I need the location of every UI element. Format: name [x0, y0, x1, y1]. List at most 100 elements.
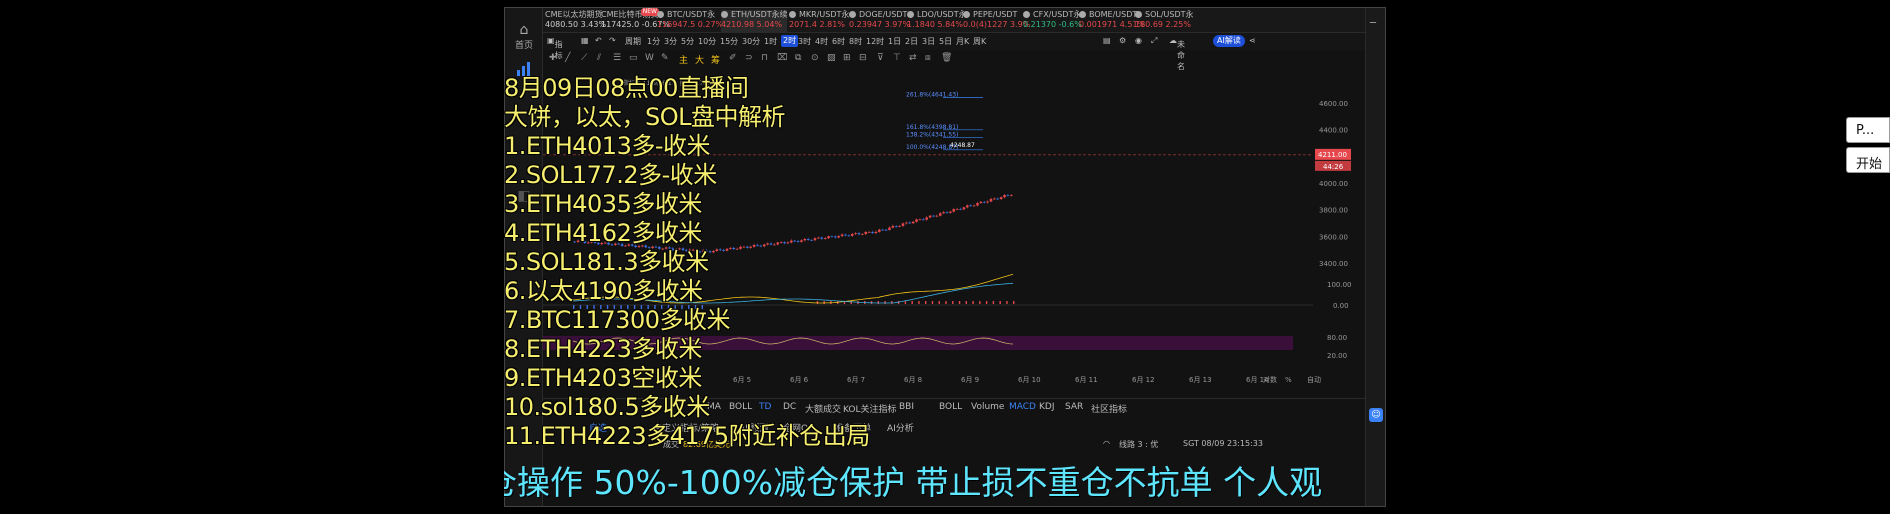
period-option[interactable]: 5日: [939, 36, 952, 47]
calendar-icon[interactable]: ▦: [581, 36, 589, 45]
panel-tab[interactable]: 准备下单: [835, 421, 871, 434]
period-option[interactable]: 1日: [888, 36, 901, 47]
ruler-icon[interactable]: ⊟: [859, 53, 867, 63]
trash-icon[interactable]: ⌧: [777, 53, 787, 63]
start-button[interactable]: 开始: [1846, 147, 1890, 173]
panel-tab[interactable]: AI 预测: [739, 421, 769, 434]
price-chart[interactable]: 4600.004400.004200.004000.003800.003600.…: [543, 68, 1367, 388]
copy-icon[interactable]: ⧉: [795, 53, 801, 63]
nav-item-home[interactable]: ⌂ 首页: [508, 22, 540, 52]
period-option[interactable]: 月K: [956, 36, 969, 47]
camera-icon[interactable]: ◉: [1135, 36, 1142, 45]
chart-icon[interactable]: [517, 62, 531, 76]
ticker-item[interactable]: PEPE/USDT 0.0(4)1227 3.9%: [963, 10, 1030, 32]
panel-tab[interactable]: 自选: [589, 421, 607, 434]
ticker-item[interactable]: BTC/USDT永 116947.5 0.27%: [657, 10, 723, 32]
unnamed-layout[interactable]: ☁ 未命名: [1169, 36, 1185, 71]
fullscreen-icon[interactable]: ⤢: [1151, 36, 1157, 46]
delete-icon[interactable]: 🗑: [941, 53, 952, 63]
period-option[interactable]: 3日: [922, 36, 935, 47]
filter-icon[interactable]: ⊽: [877, 53, 884, 63]
period-option[interactable]: 8时: [849, 36, 862, 47]
nav-item-trade[interactable]: ◧: [508, 188, 540, 218]
ai-interpret-button[interactable]: AI解读: [1213, 35, 1245, 47]
share-icon[interactable]: ⋖: [1249, 36, 1256, 45]
main-chart-toggle[interactable]: 主: [679, 53, 688, 66]
period-option[interactable]: 15分: [720, 36, 738, 47]
period-option[interactable]: 12时: [866, 36, 884, 47]
grid-icon[interactable]: ⊞: [843, 53, 851, 63]
panel-tab[interactable]: AI分析: [887, 421, 914, 434]
eye-icon[interactable]: ⊙: [811, 53, 819, 63]
indicator-tab[interactable]: TD: [759, 402, 771, 412]
indicator-tab[interactable]: DC: [783, 402, 796, 412]
indicator-tab[interactable]: BOLL: [729, 402, 752, 412]
period-option[interactable]: 6时: [832, 36, 845, 47]
period-option[interactable]: 5分: [681, 36, 694, 47]
text-icon[interactable]: ⊤: [893, 53, 901, 63]
undo-icon[interactable]: ↶: [595, 36, 602, 45]
volume-value: 82.69亿美元: [683, 440, 730, 449]
period-option[interactable]: 10分: [698, 36, 716, 47]
period-option[interactable]: 4时: [815, 36, 828, 47]
ticker-item[interactable]: MKR/USDT永 2071.4 2.81%: [789, 10, 849, 32]
settings-icon[interactable]: ⚙: [1119, 36, 1126, 45]
panel-tab[interactable]: 全网OI: [783, 421, 811, 434]
brush-icon[interactable]: ✎: [661, 53, 669, 63]
image-icon[interactable]: ▨: [827, 53, 836, 63]
ticker-item[interactable]: CME以太坊期货 4080.50 3.43%: [545, 10, 606, 32]
chip-toggle[interactable]: 筹: [711, 53, 720, 66]
cursor-icon[interactable]: ✚: [549, 53, 557, 63]
period-option[interactable]: 2日: [905, 36, 918, 47]
indicator-tab[interactable]: MACD: [1009, 402, 1036, 412]
ticker-item[interactable]: ETH/USDT永续 4210.98 5.04%: [721, 10, 788, 32]
channel-icon[interactable]: ⫽: [597, 53, 601, 63]
period-option[interactable]: 3分: [664, 36, 677, 47]
period-option[interactable]: 3时: [798, 36, 811, 47]
period-option[interactable]: 周K: [973, 36, 986, 47]
candle-body: [935, 215, 939, 217]
magnet-icon[interactable]: ⊃: [745, 53, 753, 63]
pen-icon[interactable]: ✐: [729, 53, 737, 63]
indicator-tab[interactable]: KDJ: [1039, 402, 1055, 412]
period-option[interactable]: 1时: [764, 36, 777, 47]
indicator-tab[interactable]: MA: [707, 402, 721, 412]
layout-icon[interactable]: ▤: [1103, 36, 1111, 45]
indicator-tab[interactable]: BOLL: [939, 402, 962, 412]
compare-icon[interactable]: ⇄: [909, 53, 917, 63]
ticker-item[interactable]: LDO/USDT永 1.1840 5.84%: [907, 10, 967, 32]
layers-icon[interactable]: ⧈: [925, 53, 931, 63]
ticker-item[interactable]: DOGE/USDT 0.23947 3.97%: [849, 10, 910, 32]
ticker-item[interactable]: SOL/USDT永 180.69 2.25%: [1135, 10, 1194, 32]
trendline-icon[interactable]: ╱: [565, 53, 570, 63]
fib-icon[interactable]: ☰: [613, 53, 621, 63]
rect-icon[interactable]: ▭: [629, 53, 638, 63]
lock-icon[interactable]: ⊓: [761, 53, 768, 63]
pattern-icon[interactable]: W: [645, 53, 654, 63]
indicator-tab[interactable]: SAR: [1065, 402, 1083, 412]
big-order-toggle[interactable]: 大: [695, 53, 704, 66]
period-option[interactable]: 30分: [742, 36, 760, 47]
panel-tab[interactable]: 自定义指标/策略: [653, 421, 719, 434]
indicator-tab[interactable]: 大额成交: [805, 402, 841, 415]
ticker-item[interactable]: CME比特币期货 117425.0 -0.67% NEW: [601, 8, 670, 32]
candle-body: [685, 250, 688, 252]
connection-line[interactable]: 线路 3 : 优: [1119, 439, 1158, 450]
period-button[interactable]: 周期: [625, 36, 641, 47]
ticker-item[interactable]: CFX/USDT永 0.21370 -0.6%: [1023, 10, 1082, 32]
redo-icon[interactable]: ↷: [609, 36, 616, 45]
indicator-tab[interactable]: KOL关注指标: [843, 402, 897, 415]
period-option[interactable]: 1分: [647, 36, 660, 47]
indicator-button[interactable]: ▣ 指标: [547, 36, 563, 60]
period-option[interactable]: 2时: [781, 35, 799, 47]
indicator-tab[interactable]: Volume: [971, 402, 1004, 412]
candle-body: [800, 240, 803, 242]
chat-icon[interactable]: ☺: [1369, 408, 1383, 422]
axis-option-label: 自动: [1307, 375, 1321, 384]
minimize-icon[interactable]: ─: [1370, 18, 1376, 29]
indicator-tab[interactable]: 社区指标: [1091, 402, 1127, 415]
ray-icon[interactable]: ⟋: [581, 53, 587, 63]
popup-input[interactable]: P...: [1846, 117, 1890, 143]
ticker-item[interactable]: BOME/USDT 0.001971 4.51%: [1079, 10, 1145, 32]
indicator-tab[interactable]: BBI: [899, 402, 914, 412]
